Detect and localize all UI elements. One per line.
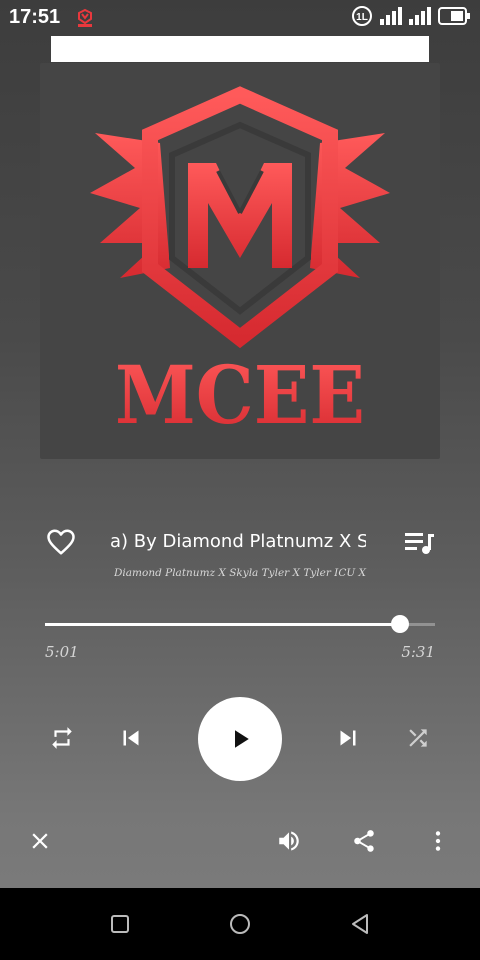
seek-bar-progress [45,623,400,626]
duration-time: 5:31 [401,643,435,661]
volume-icon[interactable] [273,825,305,857]
current-time: 5:01 [45,643,79,661]
play-icon [235,730,249,748]
play-button[interactable] [198,697,282,781]
skip-previous-icon[interactable] [114,721,148,755]
repeat-icon[interactable] [46,722,78,754]
seek-thumb[interactable] [390,615,409,633]
system-icons: 1L [351,5,470,31]
more-vertical-icon[interactable] [422,825,454,857]
shuffle-icon[interactable] [402,722,434,754]
share-icon[interactable] [348,825,380,857]
close-icon[interactable] [24,825,56,857]
back-icon[interactable] [344,908,376,940]
track-artist-wrap: Diamond Platnumz X Skyla Tyler X Tyler I… [114,561,368,579]
mcee-logo: MCEE [90,86,390,442]
status-time: 17:51 [9,6,61,28]
signal-icon [409,7,431,29]
home-icon[interactable] [224,908,256,940]
svg-text:1L: 1L [356,12,368,23]
navigation-bar [0,888,480,960]
status-bar: 17:51 1L [0,0,480,36]
battery-icon [438,7,470,29]
album-art: MCEE [40,63,440,459]
track-title: a) By Diamond Platnumz X Skyla T [110,531,366,552]
playlist-icon[interactable] [404,530,434,556]
heart-outline-icon[interactable] [46,527,76,557]
svg-text:MCEE: MCEE [115,348,365,442]
seek-bar[interactable] [45,615,435,633]
volte-icon: 1L [351,5,373,31]
mcee-app-icon [75,8,95,28]
white-banner [51,36,429,62]
track-title-marquee: a) By Diamond Platnumz X Skyla T [110,528,366,556]
skip-next-icon[interactable] [331,721,365,755]
signal-icon [380,7,402,29]
recents-icon[interactable] [104,908,136,940]
track-artist: Diamond Platnumz X Skyla Tyler X Tyler I… [114,567,368,579]
